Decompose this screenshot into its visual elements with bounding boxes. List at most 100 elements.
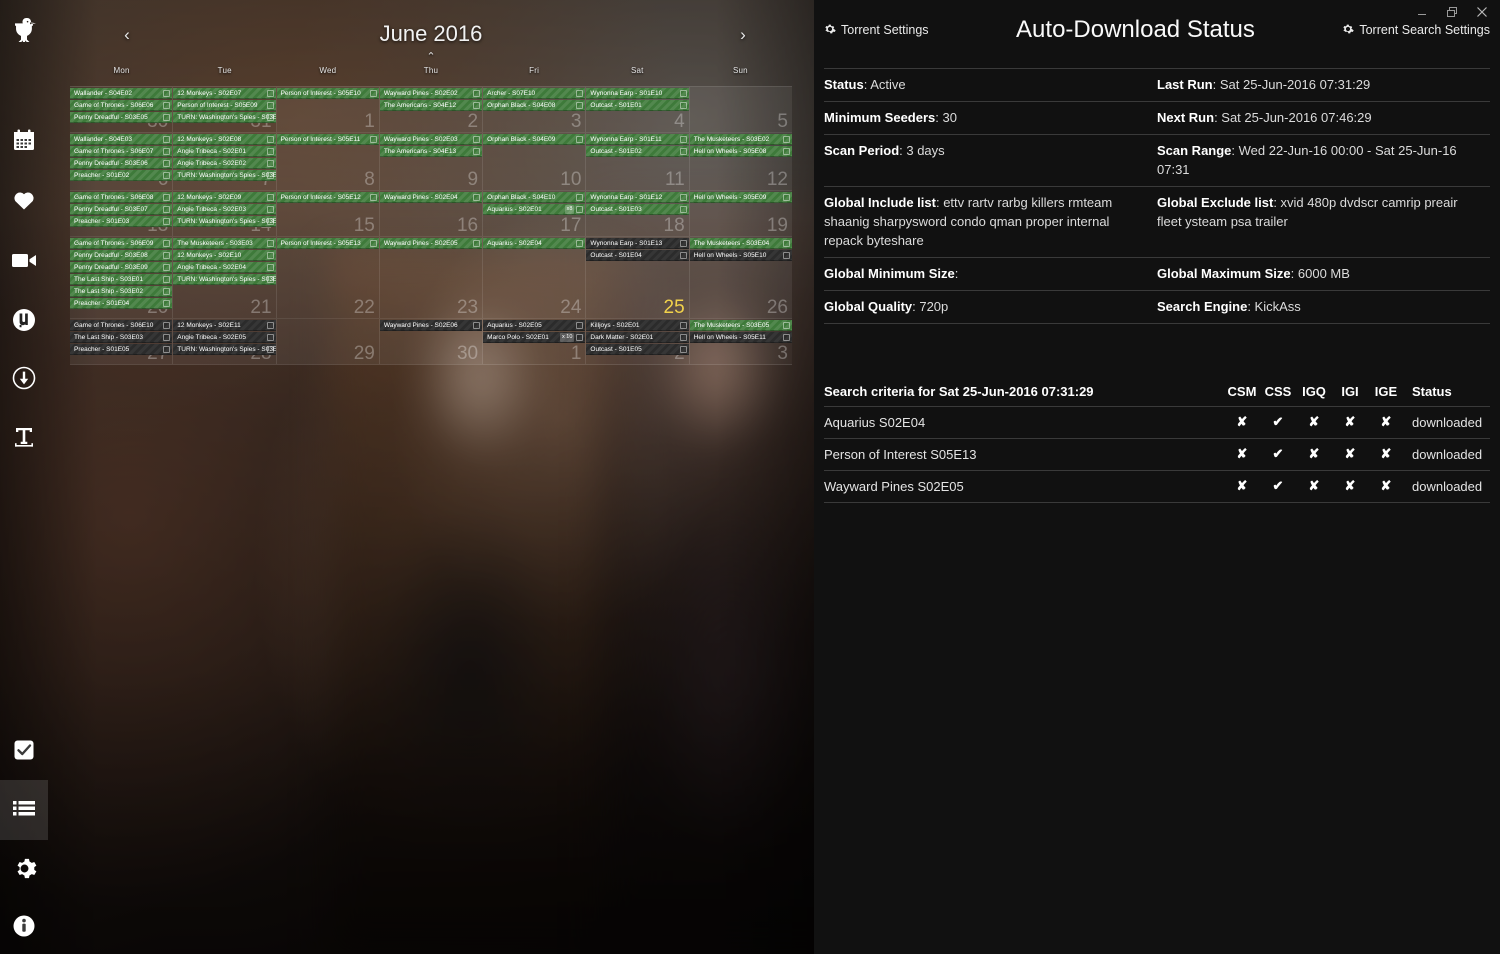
calendar-episode[interactable]: The Americans - S04E12 xyxy=(379,100,483,111)
calendar-episode-watched-checkbox[interactable] xyxy=(679,136,687,143)
calendar-episode[interactable]: Wayward Pines - S02E02 xyxy=(379,88,483,99)
calendar-episode-watched-checkbox[interactable] xyxy=(266,252,274,259)
calendar-episode-watched-checkbox[interactable] xyxy=(473,240,481,247)
calendar-day-cell[interactable]: Aquarius - S02E04 24 xyxy=(483,237,587,318)
calendar-episode[interactable]: The Last Ship - S03E02 xyxy=(70,286,173,297)
calendar-episode[interactable]: 12 Monkeys - S02E09 xyxy=(173,192,276,203)
sidebar-item-favorites[interactable] xyxy=(0,170,48,230)
calendar-episode-watched-checkbox[interactable] xyxy=(679,334,687,341)
calendar-episode[interactable]: Outcast - S01E05 xyxy=(586,344,689,355)
calendar-episode[interactable]: Angie Tribeca - S02E04 xyxy=(173,262,276,273)
calendar-episode-watched-checkbox[interactable] xyxy=(679,148,687,155)
calendar-episode[interactable]: The Musketeers - S03E02 xyxy=(689,134,792,145)
calendar-episode[interactable]: Wynonna Earp - S01E11 xyxy=(586,134,689,145)
calendar-day-cell[interactable]: Aquarius - S02E05 Marco Polo - S02E01 x 10… xyxy=(483,319,587,364)
calendar-day-cell[interactable]: Wynonna Earp - S01E11 Outcast - S01E02 11 xyxy=(586,133,690,190)
calendar-episode-watched-checkbox[interactable] xyxy=(266,240,274,247)
calendar-episode-watched-checkbox[interactable] xyxy=(266,218,274,225)
calendar-day-cell[interactable]: Person of Interest - S05E11 8 xyxy=(276,133,380,190)
calendar-episode-watched-checkbox[interactable] xyxy=(369,194,377,201)
calendar-episode-watched-checkbox[interactable] xyxy=(266,194,274,201)
calendar-episode-watched-checkbox[interactable] xyxy=(782,148,790,155)
search-result-row[interactable]: Person of Interest S05E13 ✘ ✔ ✘ ✘ ✘ downloaded xyxy=(824,439,1490,471)
calendar-day-cell[interactable]: The Musketeers - S03E03 12 Monkeys - S02E… xyxy=(173,237,277,318)
calendar-episode-watched-checkbox[interactable] xyxy=(576,136,584,143)
calendar-day-cell[interactable]: Wynonna Earp - S01E13 Outcast - S01E04 25 xyxy=(586,237,690,318)
calendar-episode-watched-checkbox[interactable] xyxy=(266,148,274,155)
calendar-episode-watched-checkbox[interactable] xyxy=(266,102,274,109)
calendar-episode[interactable]: Person of Interest - S05E12 xyxy=(276,192,379,203)
calendar-episode[interactable]: Orphan Black - S04E10 xyxy=(483,192,586,203)
calendar-episode[interactable]: The Musketeers - S03E04 xyxy=(689,238,792,249)
calendar-episode[interactable]: Angie Tribeca - S02E05 xyxy=(173,332,276,343)
calendar-episode-watched-checkbox[interactable] xyxy=(163,194,171,201)
calendar-episode-watched-checkbox[interactable] xyxy=(266,334,274,341)
calendar-episode-watched-checkbox[interactable] xyxy=(266,276,274,283)
calendar-episode-watched-checkbox[interactable] xyxy=(163,264,171,271)
calendar-episode-watched-checkbox[interactable] xyxy=(782,194,790,201)
calendar-episode-watched-checkbox[interactable] xyxy=(576,206,584,213)
calendar-day-cell[interactable]: Person of Interest - S05E10 1 xyxy=(276,87,380,132)
calendar-episode[interactable]: Hell on Wheels - S05E10 xyxy=(689,250,792,261)
calendar-episode-watched-checkbox[interactable] xyxy=(163,172,171,179)
calendar-episode-watched-checkbox[interactable] xyxy=(782,322,790,329)
calendar-episode[interactable]: Penny Dreadful - S03E07 xyxy=(70,204,173,215)
calendar-episode-watched-checkbox[interactable] xyxy=(473,90,481,97)
calendar-episode[interactable]: Aquarius - S02E05 xyxy=(483,320,586,331)
calendar-episode-watched-checkbox[interactable] xyxy=(576,322,584,329)
calendar-episode-watched-checkbox[interactable] xyxy=(266,322,274,329)
calendar-episode-watched-checkbox[interactable] xyxy=(163,206,171,213)
calendar-episode[interactable]: Outcast - S01E03 xyxy=(586,204,689,215)
calendar-episode-watched-checkbox[interactable] xyxy=(679,194,687,201)
calendar-episode-watched-checkbox[interactable] xyxy=(679,322,687,329)
calendar-episode-watched-checkbox[interactable] xyxy=(163,288,171,295)
calendar-episode-watched-checkbox[interactable] xyxy=(782,334,790,341)
calendar-episode-watched-checkbox[interactable] xyxy=(576,102,584,109)
calendar-episode-watched-checkbox[interactable] xyxy=(163,114,171,121)
calendar-episode-watched-checkbox[interactable] xyxy=(163,160,171,167)
calendar-episode[interactable]: Outcast - S01E04 xyxy=(586,250,689,261)
sidebar-item-downloads[interactable] xyxy=(0,348,48,408)
calendar-day-cell[interactable]: Orphan Black - S04E10 Aquarius - S02E01 x8… xyxy=(483,191,587,236)
sidebar-item-about[interactable] xyxy=(0,896,48,954)
calendar-episode-watched-checkbox[interactable] xyxy=(266,160,274,167)
calendar-episode[interactable]: 12 Monkeys - S02E08 xyxy=(173,134,276,145)
calendar-episode[interactable]: Aquarius - S02E04 xyxy=(483,238,586,249)
calendar-episode[interactable]: Archer - S07E10 xyxy=(483,88,586,99)
calendar-episode-watched-checkbox[interactable] xyxy=(473,322,481,329)
calendar-episode[interactable]: Preacher - S01E05 xyxy=(70,344,173,355)
calendar-episode[interactable]: The Musketeers - S03E05 xyxy=(689,320,792,331)
calendar-episode-watched-checkbox[interactable] xyxy=(163,334,171,341)
calendar-day-cell[interactable]: Person of Interest - S05E12 15 xyxy=(276,191,380,236)
calendar-episode[interactable]: Person of Interest - S05E09 xyxy=(173,100,276,111)
calendar-day-cell[interactable]: 12 Monkeys - S02E08 Angie Tribeca - S02E0… xyxy=(173,133,277,190)
calendar-day-cell[interactable]: The Musketeers - S03E02 Hell on Wheels - … xyxy=(689,133,792,190)
calendar-episode-watched-checkbox[interactable] xyxy=(782,240,790,247)
search-result-row[interactable]: Wayward Pines S02E05 ✘ ✔ ✘ ✘ ✘ downloaded xyxy=(824,471,1490,503)
calendar-day-cell[interactable]: Wayward Pines - S02E06 30 xyxy=(379,319,484,364)
calendar-day-cell[interactable]: Game of Thrones - S06E09 Penny Dreadful -… xyxy=(70,237,174,318)
calendar-episode[interactable]: Wayward Pines - S02E04 xyxy=(379,192,483,203)
calendar-episode-watched-checkbox[interactable] xyxy=(782,252,790,259)
calendar-episode[interactable]: Game of Thrones - S06E06 xyxy=(70,100,173,111)
calendar-episode[interactable]: Dark Matter - S02E01 xyxy=(586,332,689,343)
calendar-day-cell[interactable]: Game of Thrones - S06E10 The Last Ship - … xyxy=(70,319,174,364)
calendar-episode-watched-checkbox[interactable] xyxy=(782,136,790,143)
calendar-episode-watched-checkbox[interactable] xyxy=(369,240,377,247)
calendar-episode[interactable]: Wallander - S04E02 xyxy=(70,88,173,99)
calendar-day-cell[interactable]: Killjoys - S02E01 Dark Matter - S02E01 Out… xyxy=(586,319,690,364)
calendar-episode[interactable]: Game of Thrones - S06E09 xyxy=(70,238,173,249)
calendar-episode-watched-checkbox[interactable] xyxy=(163,240,171,247)
calendar-episode[interactable]: Penny Dreadful - S03E09 xyxy=(70,262,173,273)
calendar-episode[interactable]: The Americans - S04E13 xyxy=(379,146,483,157)
calendar-episode-watched-checkbox[interactable] xyxy=(679,90,687,97)
calendar-episode-watched-checkbox[interactable] xyxy=(473,194,481,201)
calendar-day-cell[interactable]: 5 xyxy=(689,87,792,132)
calendar-episode-watched-checkbox[interactable] xyxy=(679,206,687,213)
calendar-episode-watched-checkbox[interactable] xyxy=(266,206,274,213)
calendar-episode-watched-checkbox[interactable] xyxy=(369,136,377,143)
calendar-episode[interactable]: TURN: Washington's Spies - S03E08 xyxy=(173,216,276,227)
calendar-episode[interactable]: TURN: Washington's Spies - S03E09 xyxy=(173,274,276,285)
calendar-day-cell[interactable]: The Musketeers - S03E05 Hell on Wheels - … xyxy=(689,319,792,364)
calendar-episode-watched-checkbox[interactable] xyxy=(679,252,687,259)
